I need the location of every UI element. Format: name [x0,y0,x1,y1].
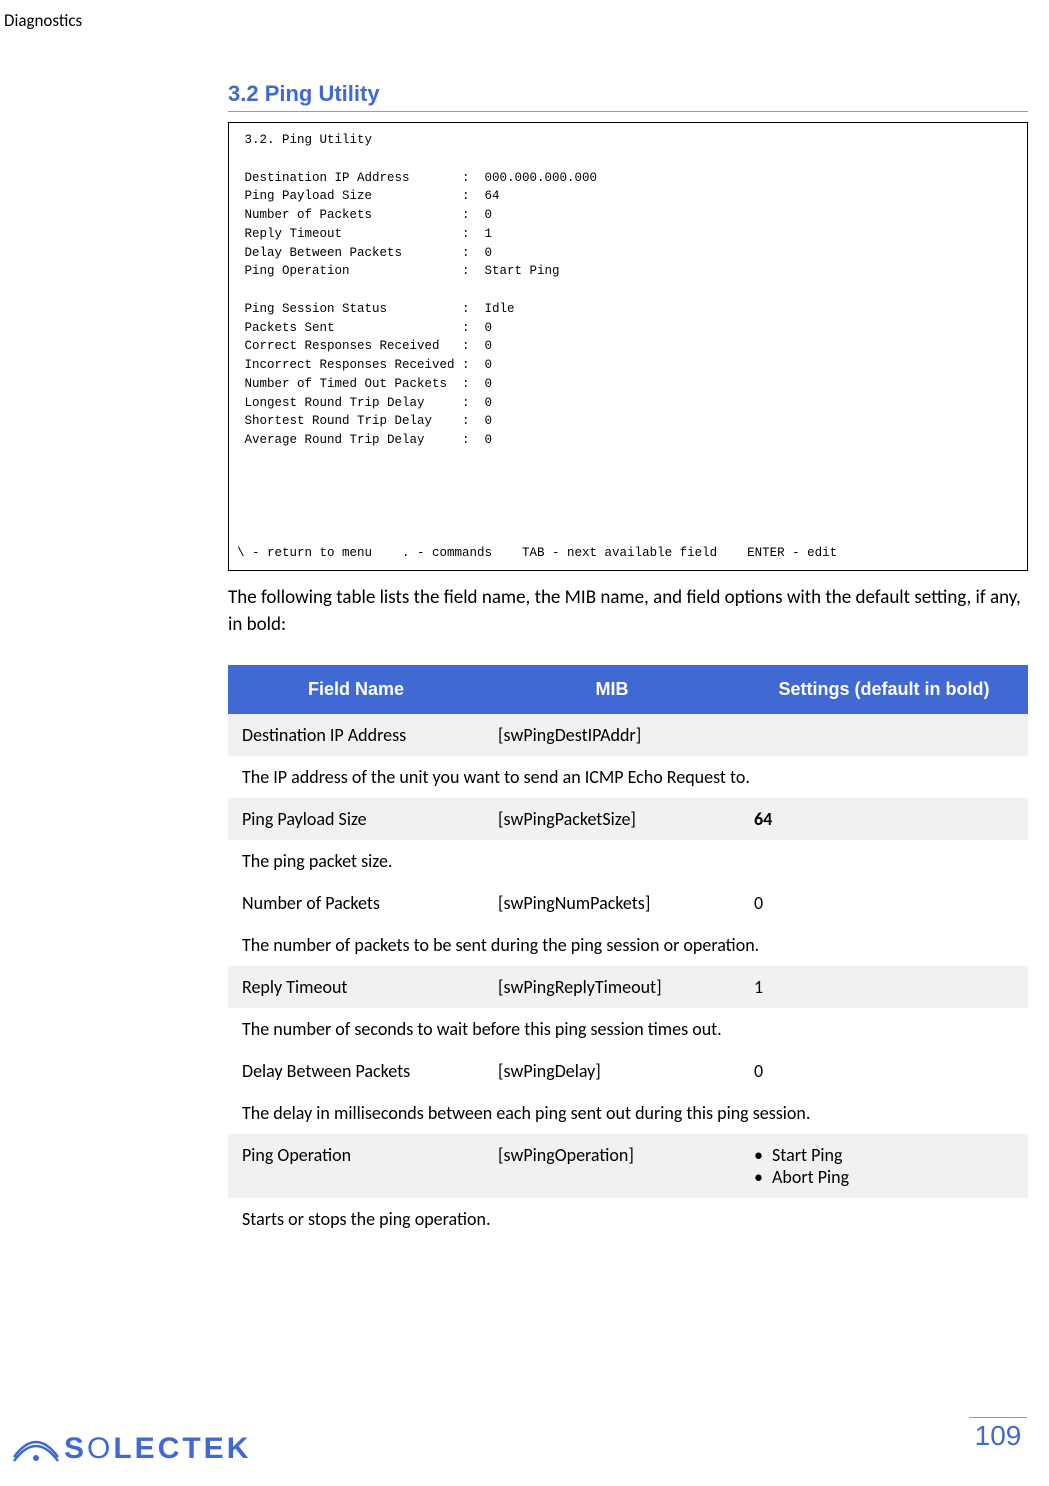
settings-cell: 64 [740,798,1028,840]
intro-paragraph: The following table lists the field name… [228,585,1028,639]
field-name-cell: Number of Packets [228,882,484,924]
settings-cell: 0 [740,1050,1028,1092]
field-name-cell: Ping Operation [228,1134,484,1198]
terminal-output: 3.2. Ping Utility Destination IP Address… [228,122,1028,571]
col-header-mib: MIB [484,665,740,714]
mib-cell: [swPingOperation] [484,1134,740,1198]
table-row: Ping Payload Size[swPingPacketSize]64 [228,798,1028,840]
table-row: Delay Between Packets[swPingDelay]0 [228,1050,1028,1092]
table-desc-row: The number of seconds to wait before thi… [228,1008,1028,1050]
table-desc-row: Starts or stops the ping operation. [228,1198,1028,1240]
table-desc-row: The IP address of the unit you want to s… [228,756,1028,798]
settings-cell: 1 [740,966,1028,1008]
field-name-cell: Destination IP Address [228,714,484,756]
field-name-cell: Ping Payload Size [228,798,484,840]
mib-cell: [swPingReplyTimeout] [484,966,740,1008]
settings-cell: 0 [740,882,1028,924]
mib-cell: [swPingDelay] [484,1050,740,1092]
page-header-label: Diagnostics [4,10,1049,31]
logo-swoosh-icon [12,1433,60,1465]
table-desc-row: The delay in milliseconds between each p… [228,1092,1028,1134]
section-title: 3.2 Ping Utility [228,81,1028,112]
mib-cell: [swPingNumPackets] [484,882,740,924]
table-row: Destination IP Address[swPingDestIPAddr] [228,714,1028,756]
field-name-cell: Delay Between Packets [228,1050,484,1092]
table-desc-row: The number of packets to be sent during … [228,924,1028,966]
table-desc-row: The ping packet size. [228,840,1028,882]
row-description: The delay in milliseconds between each p… [228,1092,1028,1134]
row-description: The number of seconds to wait before thi… [228,1008,1028,1050]
brand-logo: SOLECTEK [12,1432,251,1466]
mib-cell: [swPingDestIPAddr] [484,714,740,756]
table-row: Number of Packets[swPingNumPackets]0 [228,882,1028,924]
col-header-settings: Settings (default in bold) [740,665,1028,714]
field-name-cell: Reply Timeout [228,966,484,1008]
mib-cell: [swPingPacketSize] [484,798,740,840]
row-description: The number of packets to be sent during … [228,924,1028,966]
col-header-field: Field Name [228,665,484,714]
page-number: 109 [969,1417,1027,1452]
row-description: Starts or stops the ping operation. [228,1198,1028,1240]
logo-text: SOLECTEK [64,1432,251,1466]
settings-cell: Start PingAbort Ping [740,1134,1028,1198]
main-content: 3.2 Ping Utility 3.2. Ping Utility Desti… [228,81,1028,1240]
row-description: The ping packet size. [228,840,1028,882]
table-row: Ping Operation[swPingOperation]Start Pin… [228,1134,1028,1198]
settings-cell [740,714,1028,756]
row-description: The IP address of the unit you want to s… [228,756,1028,798]
table-row: Reply Timeout[swPingReplyTimeout]1 [228,966,1028,1008]
field-table: Field Name MIB Settings (default in bold… [228,665,1028,1240]
